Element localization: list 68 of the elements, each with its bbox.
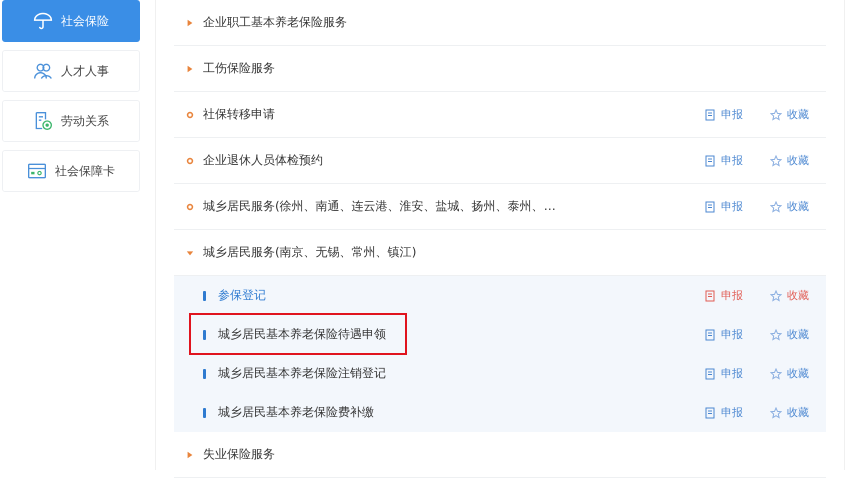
subservice-title: 城乡居民基本养老保险注销登记 xyxy=(218,365,388,382)
service-row[interactable]: 企业职工基本养老保险服务 xyxy=(174,0,826,46)
star-icon xyxy=(770,290,782,302)
subservice-title: 城乡居民基本养老保险费补缴 xyxy=(218,404,376,421)
service-title: 城乡居民服务(南京、无锡、常州、镇江) xyxy=(203,244,418,261)
document-icon xyxy=(704,154,716,166)
subservice-title: 城乡居民基本养老保险待遇申领 xyxy=(218,326,388,343)
star-icon xyxy=(770,328,782,340)
document-icon xyxy=(33,111,54,131)
sidebar-label: 人才人事 xyxy=(61,62,110,80)
bullet-bar-icon xyxy=(203,290,206,300)
service-row[interactable]: 失业保险服务 xyxy=(174,432,826,478)
umbrella-icon xyxy=(33,11,54,31)
apply-link[interactable]: 申报 xyxy=(704,153,770,168)
favorite-link[interactable]: 收藏 xyxy=(770,107,826,122)
document-icon xyxy=(704,328,716,340)
document-icon xyxy=(704,406,716,418)
subservice-row[interactable]: 城乡居民基本养老保险待遇申领 申报 收藏 xyxy=(174,315,826,354)
subservice-row[interactable]: 参保登记 申报 收藏 xyxy=(174,276,826,315)
apply-link[interactable]: 申报 xyxy=(704,107,770,122)
star-icon xyxy=(770,406,782,418)
service-row[interactable]: 企业退休人员体检预约 申报 收藏 xyxy=(174,138,826,184)
star-icon xyxy=(770,108,782,120)
sidebar-item[interactable]: 社会保障卡 xyxy=(2,150,140,192)
sidebar-item[interactable]: 人才人事 xyxy=(2,50,140,92)
bullet-bar-icon xyxy=(203,408,206,418)
favorite-link[interactable]: 收藏 xyxy=(770,153,826,168)
document-icon xyxy=(704,108,716,120)
star-icon xyxy=(770,154,782,166)
circle-bullet-icon xyxy=(186,110,194,118)
service-title: 工伤保险服务 xyxy=(203,60,276,77)
favorite-link[interactable]: 收藏 xyxy=(770,327,826,342)
subservice-row[interactable]: 城乡居民基本养老保险费补缴 申报 收藏 xyxy=(174,393,826,432)
sidebar-label: 社会保险 xyxy=(61,12,110,30)
service-title: 社保转移申请 xyxy=(203,106,276,123)
sidebar-item[interactable]: 劳动关系 xyxy=(2,100,140,142)
sidebar-label: 劳动关系 xyxy=(61,112,110,130)
favorite-link[interactable]: 收藏 xyxy=(770,366,826,381)
service-row[interactable]: 工伤保险服务 xyxy=(174,46,826,92)
document-icon xyxy=(704,368,716,380)
service-title: 企业退休人员体检预约 xyxy=(203,152,324,169)
document-icon xyxy=(704,200,716,212)
service-row[interactable]: 社保转移申请 申报 收藏 xyxy=(174,92,826,138)
subservice-row[interactable]: 城乡居民基本养老保险注销登记 申报 收藏 xyxy=(174,354,826,393)
sidebar-label: 社会保障卡 xyxy=(55,162,116,180)
bullet-bar-icon xyxy=(203,330,206,340)
favorite-link[interactable]: 收藏 xyxy=(770,288,826,303)
service-title: 企业职工基本养老保险服务 xyxy=(203,14,348,31)
circle-bullet-icon xyxy=(186,202,194,210)
star-icon xyxy=(770,368,782,380)
apply-link[interactable]: 申报 xyxy=(704,405,770,420)
sidebar-item[interactable]: 社会保险 xyxy=(2,0,140,42)
favorite-link[interactable]: 收藏 xyxy=(770,199,826,214)
apply-link[interactable]: 申报 xyxy=(704,366,770,381)
apply-link[interactable]: 申报 xyxy=(704,199,770,214)
apply-link[interactable]: 申报 xyxy=(704,327,770,342)
card-icon xyxy=(27,161,48,181)
people-icon xyxy=(33,61,54,81)
star-icon xyxy=(770,200,782,212)
circle-bullet-icon xyxy=(186,156,194,164)
service-title: 城乡居民服务(徐州、南通、连云港、淮安、盐城、扬州、泰州、… xyxy=(203,198,557,215)
document-icon xyxy=(704,290,716,302)
subservice-title: 参保登记 xyxy=(218,287,268,304)
favorite-link[interactable]: 收藏 xyxy=(770,405,826,420)
bullet-bar-icon xyxy=(203,368,206,378)
service-row[interactable]: 城乡居民服务(徐州、南通、连云港、淮安、盐城、扬州、泰州、… 申报 收藏 xyxy=(174,184,826,230)
apply-link[interactable]: 申报 xyxy=(704,288,770,303)
service-title: 失业保险服务 xyxy=(203,446,276,463)
